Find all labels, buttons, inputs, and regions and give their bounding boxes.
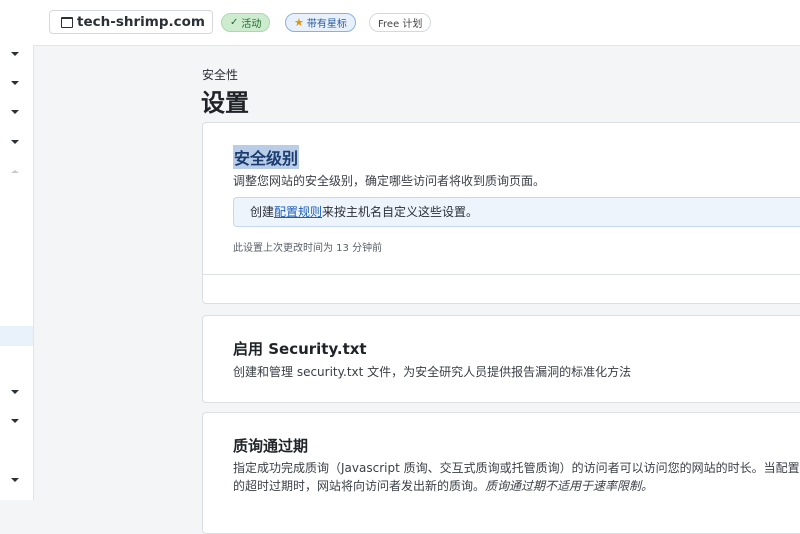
config-rules-info: 创建配置规则来按主机名自定义这些设置。 xyxy=(233,197,800,227)
challenge-passage-description: 指定成功完成质询（Javascript 质询、交互式质询或托管质询）的访问者可以… xyxy=(233,459,800,495)
chevron-down-icon[interactable] xyxy=(11,81,19,85)
info-prefix: 创建 xyxy=(250,205,275,219)
challenge-passage-card: 质询通过期 指定成功完成质询（Javascript 质询、交互式质询或托管质询）… xyxy=(202,412,800,534)
chevron-down-icon[interactable] xyxy=(11,140,19,144)
plan-badge-label: Free 计划 xyxy=(378,19,423,30)
chevron-down-icon[interactable] xyxy=(11,110,19,114)
star-badge-label: 带有星标 xyxy=(306,19,347,30)
chevron-down-icon[interactable] xyxy=(11,52,19,56)
chevron-down-icon[interactable] xyxy=(11,419,19,423)
security-txt-title: 启用 Security.txt xyxy=(233,340,367,358)
sidebar xyxy=(0,0,34,500)
window-icon xyxy=(61,16,73,28)
chevron-down-icon[interactable] xyxy=(11,390,19,394)
chevron-down-icon[interactable] xyxy=(11,478,19,482)
challenge-passage-title: 质询通过期 xyxy=(233,437,309,455)
top-bar: tech-shrimp.com ✓ 活动 ★ 带有星标 Free 计划 xyxy=(33,0,800,46)
chevron-up-icon[interactable] xyxy=(11,170,19,173)
domain-name: tech-shrimp.com xyxy=(77,14,205,30)
status-badge-label: 活动 xyxy=(241,19,262,30)
config-rules-link[interactable]: 配置规则 xyxy=(274,205,322,219)
page-subtitle: 安全性 xyxy=(202,68,239,82)
domain-selector[interactable]: tech-shrimp.com xyxy=(49,10,213,34)
star-badge[interactable]: ★ 带有星标 xyxy=(285,13,356,32)
sidebar-item-active[interactable] xyxy=(0,326,33,346)
security-level-description: 调整您网站的安全级别，确定哪些访问者将收到质询页面。 xyxy=(233,174,546,188)
security-level-title: 安全级别 xyxy=(233,145,300,169)
security-txt-description: 创建和管理 security.txt 文件，为安全研究人员提供报告漏洞的标准化方… xyxy=(233,365,632,379)
star-icon: ★ xyxy=(294,16,304,29)
challenge-passage-note: 质询通过期不适用于速率限制。 xyxy=(485,479,654,493)
plan-badge: Free 计划 xyxy=(369,13,432,32)
card-divider xyxy=(203,274,800,275)
security-level-card: 安全级别 调整您网站的安全级别，确定哪些访问者将收到质询页面。 创建配置规则来按… xyxy=(202,122,800,304)
security-txt-card: 启用 Security.txt 创建和管理 security.txt 文件，为安… xyxy=(202,315,800,403)
status-badge: ✓ 活动 xyxy=(221,13,271,32)
page-title: 设置 xyxy=(201,89,249,117)
check-icon: ✓ xyxy=(230,17,239,28)
last-changed-text: 此设置上次更改时间为 13 分钟前 xyxy=(233,243,383,254)
info-suffix: 来按主机名自定义这些设置。 xyxy=(322,205,479,219)
